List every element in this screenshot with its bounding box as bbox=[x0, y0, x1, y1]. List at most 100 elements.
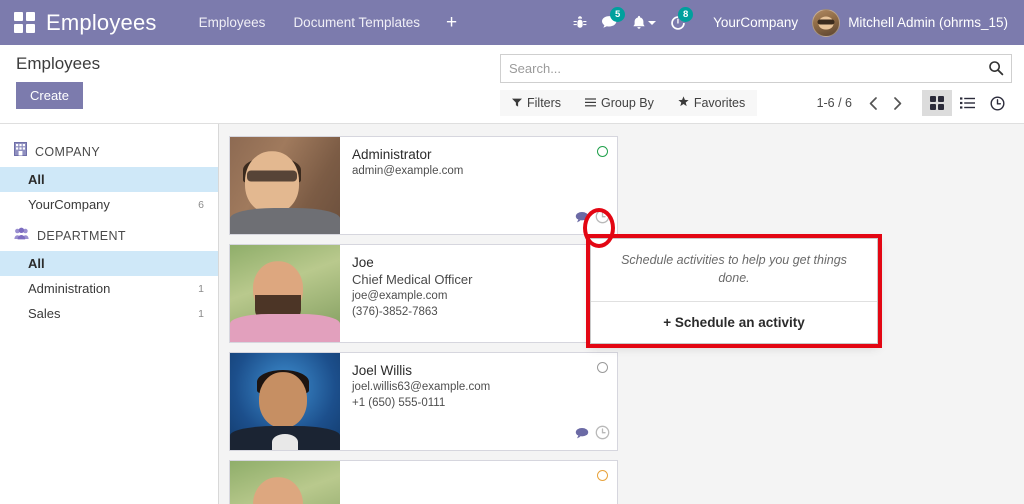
favorites-button[interactable]: Favorites bbox=[666, 90, 757, 116]
sidebar-item-department-all[interactable]: All bbox=[0, 251, 218, 276]
create-button[interactable]: Create bbox=[16, 82, 84, 109]
control-panel-left: Employees Create bbox=[16, 54, 100, 109]
top-navbar: Employees Employees Document Templates +… bbox=[0, 0, 1024, 45]
employee-phone: +1 (650) 555-0111 bbox=[352, 397, 446, 409]
card-footer-icons bbox=[575, 209, 610, 229]
employee-email: joel.willis63@example.com bbox=[352, 381, 491, 393]
photo-joel-willis bbox=[230, 353, 340, 450]
sidebar-section-department: DEPARTMENT bbox=[0, 227, 218, 251]
sidebar-section-company-label: COMPANY bbox=[35, 144, 101, 159]
bug-icon[interactable] bbox=[565, 0, 595, 45]
employee-details: Joel Willis joel.willis63@example.com +1… bbox=[340, 353, 617, 450]
clock-icon bbox=[989, 95, 1005, 111]
employee-photo bbox=[230, 353, 340, 450]
groupby-icon bbox=[585, 90, 597, 116]
sidebar-item-administration[interactable]: Administration 1 bbox=[0, 276, 218, 301]
activity-clock-icon[interactable]: 8 bbox=[663, 0, 694, 45]
sidebar-item-label: YourCompany bbox=[28, 197, 110, 212]
photo-administrator bbox=[230, 137, 340, 234]
add-menu-plus-icon[interactable]: + bbox=[434, 0, 469, 45]
sidebar-item-sales[interactable]: Sales 1 bbox=[0, 301, 218, 326]
sidebar-item-count: 1 bbox=[198, 282, 204, 295]
employee-photo bbox=[230, 245, 340, 342]
popover-message: Schedule activities to help you get thin… bbox=[621, 253, 847, 285]
kanban-icon bbox=[930, 96, 944, 110]
control-panel-toolbar: Filters Group By Favorites 1-6 / 6 bbox=[500, 90, 1012, 116]
employee-name: Joe bbox=[352, 255, 374, 270]
favorites-label: Favorites bbox=[693, 96, 746, 110]
building-icon bbox=[14, 142, 27, 161]
employee-details: Joe Chief Medical Officer joe@example.co… bbox=[340, 245, 617, 342]
sidebar-section-department-label: DEPARTMENT bbox=[37, 229, 126, 243]
group-by-button[interactable]: Group By bbox=[573, 90, 666, 116]
photo-hidden-employee bbox=[230, 461, 340, 504]
employee-job-title: Chief Medical Officer bbox=[352, 272, 473, 287]
apps-grid-icon[interactable] bbox=[14, 11, 36, 34]
plus-icon: + bbox=[663, 315, 672, 330]
schedule-activity-popover: Schedule activities to help you get thin… bbox=[590, 238, 878, 344]
view-switcher bbox=[922, 90, 1012, 116]
chat-icon[interactable] bbox=[575, 426, 589, 444]
sidebar-item-label: Sales bbox=[28, 306, 61, 321]
employee-name: Administrator bbox=[352, 147, 432, 162]
employee-name: Joel Willis bbox=[352, 363, 413, 378]
sidebar-item-label: All bbox=[28, 256, 45, 271]
status-badge[interactable] bbox=[597, 470, 608, 481]
page-title: Employees bbox=[16, 54, 101, 73]
filters-button[interactable]: Filters bbox=[500, 90, 573, 116]
search-bar[interactable] bbox=[500, 54, 1012, 83]
filter-icon bbox=[512, 90, 522, 116]
search-input[interactable] bbox=[501, 55, 1011, 82]
table-row[interactable]: m bbox=[229, 460, 618, 504]
employee-details: Administrator admin@example.com bbox=[340, 137, 617, 234]
view-list-button[interactable] bbox=[952, 90, 982, 116]
company-switcher[interactable]: YourCompany bbox=[693, 15, 812, 30]
view-kanban-button[interactable] bbox=[922, 90, 952, 116]
status-badge[interactable] bbox=[597, 362, 608, 373]
app-brand-title[interactable]: Employees bbox=[46, 10, 157, 36]
messages-badge: 5 bbox=[610, 7, 626, 22]
users-icon bbox=[14, 227, 29, 245]
table-row[interactable]: Joe Chief Medical Officer joe@example.co… bbox=[229, 244, 618, 343]
avatar bbox=[812, 8, 841, 37]
search-icon[interactable] bbox=[988, 60, 1004, 81]
sidebar-item-label: Administration bbox=[28, 281, 111, 296]
employee-email: joe@example.com bbox=[352, 290, 448, 302]
user-name-label: Mitchell Admin (ohrms_15) bbox=[848, 15, 1008, 30]
table-row[interactable]: Joel Willis joel.willis63@example.com +1… bbox=[229, 352, 618, 451]
group-by-label: Group By bbox=[601, 96, 654, 110]
schedule-an-activity-label: Schedule an activity bbox=[674, 315, 805, 330]
activity-badge: 8 bbox=[678, 7, 694, 22]
star-icon bbox=[678, 90, 689, 116]
view-activity-button[interactable] bbox=[982, 90, 1012, 116]
odoo-employees-kanban-page: Employees Employees Document Templates +… bbox=[0, 0, 1024, 504]
employee-photo bbox=[230, 137, 340, 234]
sidebar-item-yourcompany[interactable]: YourCompany 6 bbox=[0, 192, 218, 217]
user-menu[interactable]: Mitchell Admin (ohrms_15) bbox=[812, 8, 1012, 37]
sidebar-section-company: COMPANY bbox=[0, 142, 218, 167]
status-badge[interactable] bbox=[597, 146, 608, 157]
filters-label: Filters bbox=[527, 96, 562, 110]
bell-icon[interactable] bbox=[625, 0, 663, 45]
menu-document-templates[interactable]: Document Templates bbox=[279, 0, 434, 45]
chat-icon[interactable] bbox=[575, 210, 589, 228]
pager-previous-button[interactable] bbox=[862, 91, 884, 115]
chevron-down-icon bbox=[648, 20, 657, 25]
sidebar-item-label: All bbox=[28, 172, 45, 187]
schedule-activity-icon[interactable] bbox=[595, 425, 610, 445]
pager: 1-6 / 6 bbox=[817, 91, 908, 115]
schedule-activity-icon[interactable] bbox=[595, 209, 610, 229]
menu-employees[interactable]: Employees bbox=[185, 0, 280, 45]
table-row[interactable]: Administrator admin@example.com bbox=[229, 136, 618, 235]
sidebar-item-count: 1 bbox=[198, 307, 204, 320]
pager-next-button[interactable] bbox=[886, 91, 908, 115]
pager-count: 1-6 / 6 bbox=[816, 96, 852, 110]
schedule-an-activity-button[interactable]: + Schedule an activity bbox=[591, 302, 877, 343]
messages-icon[interactable]: 5 bbox=[595, 0, 626, 45]
sidebar-item-company-all[interactable]: All bbox=[0, 167, 218, 192]
list-icon bbox=[959, 97, 975, 109]
card-footer-icons bbox=[575, 425, 610, 445]
control-panel: Employees Create Search... Filters Group… bbox=[0, 45, 1024, 124]
filter-group: Filters Group By Favorites bbox=[500, 90, 758, 116]
